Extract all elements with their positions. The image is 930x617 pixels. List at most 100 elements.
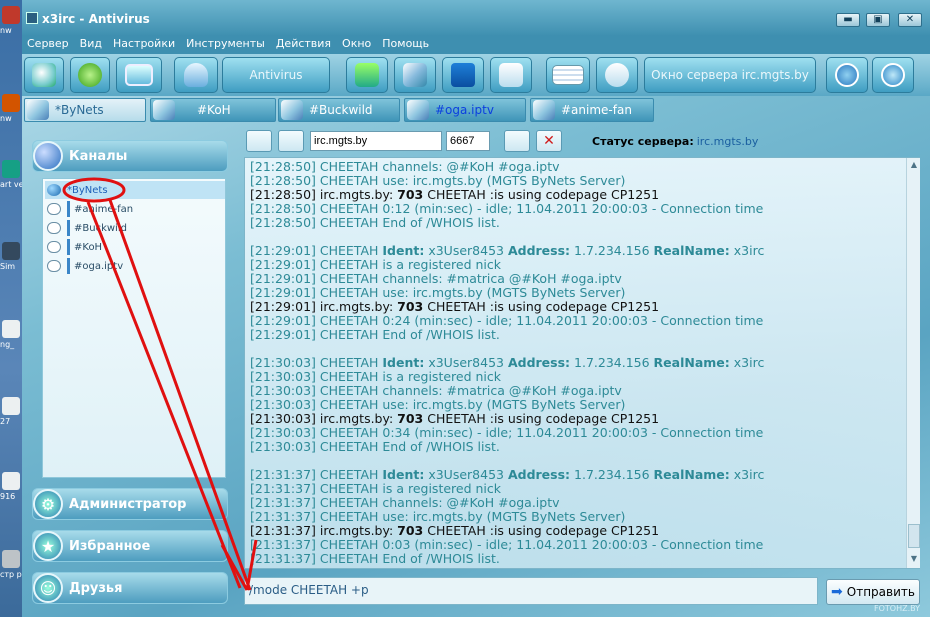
close-button[interactable]: ✕ [898, 13, 922, 27]
scroll-thumb[interactable] [908, 524, 920, 548]
connect-button[interactable] [24, 57, 64, 93]
download-icon [355, 63, 379, 87]
server-window-button[interactable]: Окно сервера irc.mgts.by [644, 57, 816, 93]
log-segment: [21:30:03] CHEETAH 0:34 (min:sec) - idle… [250, 425, 764, 440]
log-segment: [21:31:37] CHEETAH is a registered nick [250, 481, 502, 496]
info-button[interactable] [826, 57, 868, 93]
log-segment: RealName: [653, 355, 730, 370]
tab-label: #anime-fan [561, 103, 632, 117]
music-icon [451, 63, 475, 87]
log-segment: [21:29:01] CHEETAH End of /WHOIS list. [250, 327, 500, 342]
message-input[interactable]: /mode CHEETAH +p [244, 577, 818, 605]
screen-icon [552, 65, 584, 85]
tab-label: #oga.iptv [435, 103, 494, 117]
menu-window[interactable]: Окно [337, 36, 377, 54]
desktop-icon[interactable]: стр рак [0, 548, 32, 579]
disconnect-button[interactable]: ✕ [536, 130, 562, 152]
server-port-input[interactable] [446, 131, 490, 151]
log-segment: Address: [507, 467, 571, 482]
tab-anime-fan[interactable]: #anime-fan [530, 98, 654, 122]
log-line: [21:28:50] CHEETAH use: irc.mgts.by (MGT… [250, 173, 625, 188]
log-segment: [21:31:37] CHEETAH channels: @#KoH #oga.… [250, 495, 560, 510]
desktop-icon[interactable]: ng_ [0, 318, 22, 349]
channel-item-anime-fan[interactable]: #anime-fan [45, 200, 225, 218]
menu-help[interactable]: Помощь [377, 36, 435, 54]
screen-button[interactable] [546, 57, 590, 93]
channel-name: #Buckwild [74, 222, 127, 234]
admin-section[interactable]: ⚙ Администратор [32, 488, 228, 520]
title-bar[interactable]: x3irc - Antivirus ▬ ▣ ✕ [22, 0, 930, 36]
log-line: [21:29:01] CHEETAH Ident: x3User8453 Add… [250, 243, 764, 258]
menu-actions[interactable]: Действия [271, 36, 337, 54]
log-line: [21:28:50] irc.mgts.by: 703 CHEETAH :is … [250, 187, 659, 202]
channel-item-oga-iptv[interactable]: #oga.iptv [45, 257, 225, 275]
channel-icon [153, 100, 175, 120]
download-button[interactable] [346, 57, 388, 93]
tab-buckwild[interactable]: #Buckwild [278, 98, 400, 122]
star-icon: ★ [33, 531, 63, 561]
server-network-button[interactable] [504, 130, 530, 152]
server-controls: ✕ Статус сервера:irc.mgts.by [242, 128, 930, 156]
globe-icon [33, 141, 63, 171]
monitor-button[interactable] [116, 57, 162, 93]
power-button[interactable] [872, 57, 914, 93]
desktop-icon[interactable]: 916 [0, 470, 22, 501]
log-line: [21:31:37] CHEETAH is a registered nick [250, 481, 501, 496]
friends-section[interactable]: ☺ Друзья [32, 572, 228, 604]
log-segment: x3User8453 [424, 467, 508, 482]
desktop-icon[interactable]: nw [0, 4, 22, 35]
channels-header[interactable]: Каналы [32, 140, 228, 172]
channel-name: #anime-fan [74, 203, 134, 215]
tools-button[interactable] [70, 57, 110, 93]
send-button[interactable]: ➡ Отправить [826, 579, 920, 605]
log-segment: [21:30:03] CHEETAH [250, 355, 383, 370]
antivirus-button[interactable]: Antivirus [222, 57, 330, 93]
tab-label: #KoH [197, 103, 231, 117]
channel-name: #KoH [74, 241, 103, 253]
edit-button[interactable] [394, 57, 436, 93]
copy-button[interactable] [490, 57, 532, 93]
log-line: [21:29:01] CHEETAH use: irc.mgts.by (MGT… [250, 285, 625, 300]
menu-view[interactable]: Вид [75, 36, 108, 54]
tab-bynets[interactable]: *ByNets [24, 98, 146, 122]
tab-koh[interactable]: #KoH [150, 98, 276, 122]
desktop-icon-label: ng_ [0, 340, 15, 349]
desktop-icon[interactable]: art ver [0, 158, 27, 189]
window-title: x3irc - Antivirus [42, 12, 150, 26]
log-line: [21:29:01] CHEETAH channels: #matrica @#… [250, 271, 622, 286]
music-button[interactable] [442, 57, 484, 93]
menu-tools[interactable]: Инструменты [181, 36, 271, 54]
log-line: [21:29:01] CHEETAH 0:24 (min:sec) - idle… [250, 313, 763, 328]
chat-button[interactable] [596, 57, 638, 93]
server-connect-button[interactable] [246, 130, 272, 152]
desktop-icon[interactable]: Sim [0, 240, 22, 271]
log-line: [21:31:37] CHEETAH use: irc.mgts.by (MGT… [250, 509, 625, 524]
favorites-section[interactable]: ★ Избранное [32, 530, 228, 562]
menu-settings[interactable]: Настройки [108, 36, 181, 54]
scroll-up-arrow[interactable]: ▲ [908, 160, 920, 172]
log-scrollbar[interactable]: ▲ ▼ [906, 158, 920, 568]
log-segment: [21:30:03] CHEETAH is a registered nick [250, 369, 502, 384]
maximize-button[interactable]: ▣ [866, 13, 890, 27]
admin-label: Администратор [69, 496, 187, 512]
server-settings-button[interactable] [278, 130, 304, 152]
minimize-button[interactable]: ▬ [836, 13, 860, 27]
log-segment: [21:31:37] CHEETAH [250, 467, 383, 482]
scroll-down-arrow[interactable]: ▼ [908, 554, 920, 566]
channel-item-buckwild[interactable]: #Buckwild [45, 219, 225, 237]
channel-item-bynets[interactable]: *ByNets [45, 181, 225, 199]
desktop-icon-label: nw [0, 26, 12, 35]
server-host-input[interactable] [310, 131, 442, 151]
menu-server[interactable]: Сервер [22, 36, 75, 54]
log-segment: [21:29:01] CHEETAH use: irc.mgts.by (MGT… [250, 285, 626, 300]
channel-item-koh[interactable]: #KoH [45, 238, 225, 256]
tab-oga-iptv[interactable]: #oga.iptv [404, 98, 526, 122]
channel-bar [67, 201, 70, 217]
user-button[interactable] [174, 57, 218, 93]
log-line: [21:31:37] CHEETAH Ident: x3User8453 Add… [250, 467, 764, 482]
log-segment: Address: [507, 355, 571, 370]
desktop-icon[interactable]: 27 [0, 395, 22, 426]
desktop-icon[interactable]: nw [0, 92, 22, 123]
log-segment: x3irc [729, 467, 765, 482]
watermark: FOTOHZ.BY [874, 604, 921, 613]
